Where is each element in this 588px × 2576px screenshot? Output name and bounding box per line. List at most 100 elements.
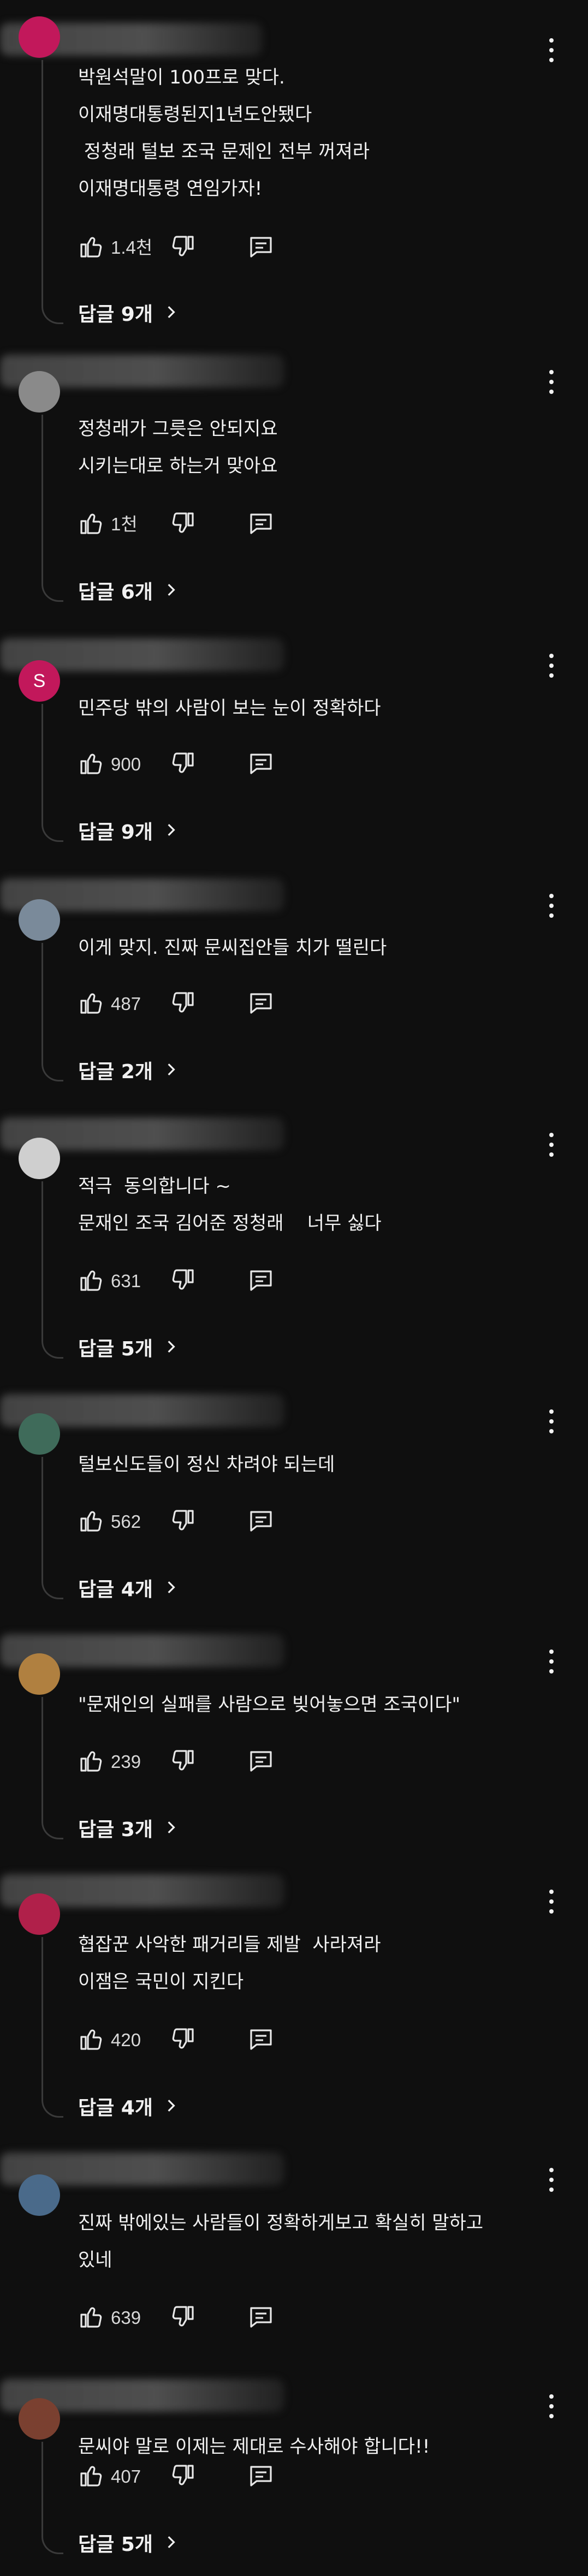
comment-icon[interactable] [248,990,274,1016]
replies-toggle[interactable]: 답글 4개 [78,1574,178,1601]
avatar[interactable] [19,1653,60,1695]
like-count: 631 [111,1271,141,1291]
more-vert-icon[interactable] [546,894,557,918]
comment-actions: 900 [78,746,351,779]
thumbs-down-icon[interactable] [170,1508,196,1534]
comment-text-line: 있네 [78,2249,112,2271]
comment-actions: 239 [78,1743,351,1776]
replies-count-label: 답글 3개 [78,1819,153,1841]
avatar[interactable] [19,2398,60,2440]
replies-toggle[interactable]: 답글 6개 [78,577,178,604]
replies-toggle[interactable]: 답글 5개 [78,2529,178,2556]
replies-count-label: 답글 6개 [78,581,153,603]
thumbs-down-icon[interactable] [170,510,196,536]
comment-icon[interactable] [248,750,274,776]
comment-text-line: 이재명대통령 연임가자! [78,178,263,200]
thumbs-up-icon[interactable] [78,1748,104,1774]
thumbs-down-icon[interactable] [170,1267,196,1293]
thumbs-up-icon[interactable] [78,1267,104,1293]
more-vert-icon[interactable] [546,1649,557,1673]
chevron-right-icon [153,2095,178,2118]
replies-toggle[interactable]: 답글 3개 [78,1814,178,1842]
replies-count-label: 답글 2개 [78,1061,153,1083]
comment-icon[interactable] [248,1508,274,1534]
comment-text-line: 시키는대로 하는거 맞아요 [78,455,278,477]
thumbs-down-icon[interactable] [170,1748,196,1774]
thumbs-up-icon[interactable] [78,2026,104,2052]
thumbs-up-icon[interactable] [78,234,104,260]
more-vert-icon[interactable] [546,654,557,678]
comment-icon[interactable] [248,1267,274,1293]
comment-icon[interactable] [248,510,274,536]
thumbs-down-icon[interactable] [170,990,196,1016]
comment-text-line: 민주당 밖의 사람이 보는 눈이 정확하다 [78,697,381,719]
replies-count-label: 답글 5개 [78,2533,153,2556]
avatar[interactable] [19,899,60,941]
thumbs-up-icon[interactable] [78,1508,104,1534]
thread-curve [41,2532,63,2554]
comment-text-line: "문재인의 실패를 사람으로 빚어놓으면 조국이다" [78,1694,461,1716]
like-count: 420 [111,2030,141,2050]
comment-icon[interactable] [248,234,274,260]
thread-line [41,1457,43,1581]
thread-line [41,704,43,823]
thumbs-down-icon[interactable] [170,750,196,776]
thread-line [41,60,43,306]
thumbs-up-icon[interactable] [78,2304,104,2330]
comment-actions: 562 [78,1503,351,1536]
replies-count-label: 답글 5개 [78,1338,153,1360]
comment-actions: 631 [78,1263,351,1295]
thread-line [41,1697,43,1821]
comment-text-line: 정청래 털보 조국 문제인 전부 꺼져라 [78,141,370,163]
like-count: 639 [111,2308,141,2328]
more-vert-icon[interactable] [546,370,557,394]
avatar[interactable] [19,16,60,58]
thread-curve [41,1818,63,1839]
thumbs-up-icon[interactable] [78,990,104,1016]
avatar[interactable]: S [19,660,60,702]
replies-toggle[interactable]: 답글 9개 [78,817,178,844]
replies-toggle[interactable]: 답글 4개 [78,2093,178,2120]
thread-line [41,2442,43,2536]
chevron-right-icon [153,1059,178,1081]
avatar[interactable] [19,1893,60,1935]
avatar[interactable] [19,371,60,413]
comment-actions: 420 [78,2022,351,2054]
comment-icon[interactable] [248,2463,274,2489]
thumbs-down-icon[interactable] [170,2463,196,2489]
comment-text-line: 이게 맞지. 진짜 문씨집안들 치가 떨린다 [78,937,387,959]
comment-text-line: 정청래가 그릇은 안되지요 [78,418,278,440]
more-vert-icon[interactable] [546,2168,557,2192]
comment-text-line: 이재명대통령된지1년도안됐다 [78,104,312,125]
comment-text-line: 협잡꾼 사악한 패거리들 제발 사라져라 [78,1934,381,1956]
replies-count-label: 답글 9개 [78,303,153,326]
comment-actions: 639 [78,2299,351,2332]
like-count: 900 [111,754,141,774]
replies-toggle[interactable]: 답글 9개 [78,299,178,326]
thumbs-up-icon[interactable] [78,510,104,536]
replies-toggle[interactable]: 답글 5개 [78,1334,178,1361]
comment-icon[interactable] [248,2304,274,2330]
thumbs-down-icon[interactable] [170,234,196,260]
more-vert-icon[interactable] [546,1133,557,1157]
avatar[interactable] [19,1413,60,1455]
replies-count-label: 답글 4개 [78,2097,153,2119]
more-vert-icon[interactable] [546,1409,557,1433]
thumbs-up-icon[interactable] [78,750,104,776]
replies-toggle[interactable]: 답글 2개 [78,1056,178,1084]
replies-count-label: 답글 4개 [78,1579,153,1601]
chevron-right-icon [153,1577,178,1599]
thumbs-up-icon[interactable] [78,2463,104,2489]
comment-actions: 1.4천 [78,229,351,262]
comment-icon[interactable] [248,2026,274,2052]
thumbs-down-icon[interactable] [170,2304,196,2330]
more-vert-icon[interactable] [546,1890,557,1914]
chevron-right-icon [153,302,178,324]
comment-actions: 407 [78,2458,351,2491]
avatar[interactable] [19,1138,60,1179]
thumbs-down-icon[interactable] [170,2026,196,2052]
avatar[interactable] [19,2174,60,2216]
more-vert-icon[interactable] [546,2394,557,2418]
more-vert-icon[interactable] [546,38,557,62]
comment-icon[interactable] [248,1748,274,1774]
